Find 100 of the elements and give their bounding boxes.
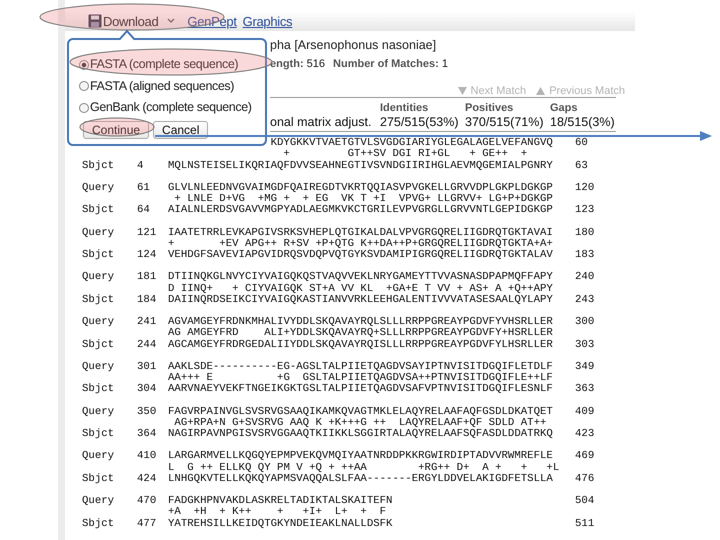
position-number: 120 <box>575 182 596 194</box>
position-number: 410 <box>137 451 158 462</box>
position-number: 123 <box>575 205 596 216</box>
position-number: 363 <box>575 384 596 396</box>
subject-sequence: VEHDGFSAVEVIAPGVIDRQSVDQPVQTGYKSVDAMIPIGRGQRELIIGDRQTGKTALAV <box>168 250 554 262</box>
query-sequence: KDYGKKVTVAETGTVLSVGDGIARIYGLEGALAGELVEFANGVQ <box>270 138 554 149</box>
subject-sequence: DAIINQRDSEIKCIYVAIGQKASTIANVVRKLEEHGALENTIVVVATASESAALQYLAPY <box>168 294 554 306</box>
matches-text: Number of Matches: 1 <box>333 57 448 72</box>
query-sequence: AGVAMGEYFRDNKMHALIVYDDLSKQAVAYRQLSLLLRRPPGREAYPGDVFYVHSRLLER <box>168 317 554 328</box>
length-text: ength: 516 <box>270 57 326 72</box>
position-number: 64 <box>137 205 151 216</box>
row-label: Sbjct <box>82 294 116 306</box>
subject-sequence: NAGIRPAVNPGISVSRVGGAAQTKIIKKLSGGIRTALAQYRELAAFSQFASDLDDATRKQ <box>168 429 554 440</box>
match-line: L G ++ ELLKQ QY PM V +Q + ++AA +RG++ D+ A + + +L <box>168 462 560 474</box>
row-label: Sbjct <box>82 474 116 485</box>
column-header: Positives <box>465 101 514 115</box>
row-label: Query <box>82 182 116 194</box>
position-number: 244 <box>137 340 158 351</box>
row-label: Sbjct <box>82 518 116 530</box>
position-number: 181 <box>137 272 158 284</box>
query-sequence: FAGVRPAINVGLSVSRVGSAAQIKAMKQVAGTMKLELAQYRELAAFAQFGSDLDKATQET <box>168 406 554 418</box>
row-label: Query <box>82 496 116 508</box>
position-number: 470 <box>137 496 158 508</box>
query-sequence: AAKLSDE----------EG-AGSLTALPIIETQAGDVSAYIPTNVISITDGQIFLETDLF <box>168 362 554 373</box>
continue-button[interactable]: Continue <box>83 120 150 138</box>
position-number: 409 <box>575 406 596 418</box>
position-number: 304 <box>137 384 158 396</box>
position-number: 424 <box>137 474 158 485</box>
position-number: 350 <box>137 406 158 418</box>
download-menu-button[interactable]: Download <box>88 14 182 28</box>
position-number: 4 <box>137 160 144 172</box>
row-label: Sbjct <box>82 250 116 262</box>
position-number: 504 <box>575 496 596 508</box>
match-line: D IINQ+ + CIYVAIGQK ST+A VV KL +GA+E T VV + AS+ A +Q++APY <box>168 284 554 294</box>
row-label: Sbjct <box>82 340 116 351</box>
position-number: 364 <box>137 429 158 440</box>
position-number: 240 <box>575 272 596 284</box>
down-triangle-icon <box>458 87 467 95</box>
sequence-title: pha [Arsenophonus nasoniae] <box>270 37 438 54</box>
position-number: 243 <box>575 294 596 306</box>
position-number: 61 <box>137 182 151 194</box>
row-label: Query <box>82 451 116 462</box>
match-line: +A +H + K++ + +I+ L+ + F <box>168 507 388 518</box>
table-cell-text: onal matrix adjust. <box>270 115 372 129</box>
table-cell-text: 18/515(3%) <box>550 115 616 129</box>
row-label: Query <box>82 406 116 418</box>
row-label: Query <box>82 228 116 239</box>
query-sequence: FADGKHPNVAKDLASKRELTADIKTALSKAITEFN <box>168 496 394 507</box>
match-line: AG AMGEYFRD ALI+YDDLSKQAVAYRQ+SLLLRRPPGREAYPGDVFY+HSRLLER <box>168 328 554 340</box>
radio-option[interactable]: FASTA (complete sequence) <box>79 54 265 76</box>
subject-sequence: LNHGQKVTELLKQKQYAPMSVAQQALSLFAA-------ERGYLDDVELAKIGDFETSLLA <box>168 474 554 485</box>
nav-link[interactable]: Graphics <box>242 14 292 28</box>
position-number: 300 <box>575 317 596 328</box>
radio-button[interactable] <box>79 81 89 92</box>
position-number: 477 <box>137 518 158 530</box>
subject-sequence: AARVNAEYVEKFTNGEIKGKTGSLTALPIIETQAGDVSAFVPTNVISITDGQIFLESNLF <box>168 384 554 396</box>
position-number: 180 <box>575 228 596 239</box>
match-line: AG+RPA+N G+SVSRVG AAQ K +K+++G ++ LAQYRELAAF+QF SDLD AT++ <box>174 418 546 429</box>
radio-button[interactable] <box>79 60 89 70</box>
up-triangle-icon <box>536 87 546 95</box>
match-line: + +EV APG++ R+SV +P+QTG K++DA++P+GRGQRELIIGDRQTGKTA+A+ <box>168 238 554 250</box>
position-number: 60 <box>575 138 589 150</box>
subject-sequence: MQLNSTEISELIKQRIAQFDVVSEAHNEGTIVSVNDGIIRIHGLAEVMQGEMIALPGNRY <box>168 160 554 172</box>
position-number: 124 <box>137 250 158 262</box>
row-label: Query <box>82 272 116 284</box>
position-number: 469 <box>575 451 596 462</box>
subject-sequence: AGCAMGEYFRDRGEDALIIYDDLSKQAVAYRQISLLLRRPPGREAYPGDVFYLHSRLLER <box>168 340 554 351</box>
radio-option[interactable]: FASTA (aligned sequences) <box>79 76 265 97</box>
position-number: 183 <box>575 250 596 262</box>
column-header: Identities <box>380 101 430 115</box>
position-number: 63 <box>575 160 589 172</box>
row-label: Query <box>82 317 116 328</box>
radio-option[interactable]: GenBank (complete sequence) <box>79 97 265 118</box>
caret-icon <box>167 18 176 24</box>
position-number: 121 <box>137 228 158 239</box>
query-sequence: LARGARMVELLKQGQYEPMPVEKQVMQIYAATNRDDPKKRGWIRDIPTADVVRWMREFLE <box>168 451 554 462</box>
position-number: 301 <box>137 362 158 373</box>
position-number: 423 <box>575 429 596 440</box>
position-number: 184 <box>137 294 158 306</box>
query-sequence: GLVLNLEEDNVGVAIMGDFQAIREGDTVKRTQQIASVPVGKELLGRVVDPLGKPLDGKGP <box>168 182 554 194</box>
match-line: + GT++SV DGI RI+GL + GE++ + <box>282 149 528 160</box>
row-label: Query <box>82 362 116 373</box>
table-cell-text: 370/515(71%) <box>465 115 545 129</box>
row-label: Sbjct <box>82 429 116 440</box>
row-label: Sbjct <box>82 160 116 172</box>
position-number: 476 <box>575 474 596 485</box>
subject-sequence: YATREHSILLKEIDQTGKYNDEIEAKLNALLDSFK <box>168 518 394 530</box>
query-sequence: DTIINQKGLNVYCIYVAIGQKQSTVAQVVEKLNRYGAMEYTTVVASNASDPAPMQFFAPY <box>168 272 554 284</box>
position-number: 511 <box>575 518 596 530</box>
column-header: Gaps <box>550 101 579 115</box>
row-label: Sbjct <box>82 384 116 396</box>
radio-button[interactable] <box>79 102 89 113</box>
position-number: 241 <box>137 317 158 328</box>
subject-sequence: AIALNLERDSVGAVVMGPYADLAEGMKVKCTGRILEVPVGRGLLGRVVNTLGEPIDGKGP <box>168 205 554 216</box>
position-number: 303 <box>575 340 596 351</box>
match-line: AA+++ E +G GSLTALPIIETQAGDVSA++PTNVISITDGQIFLE++LF <box>168 373 554 384</box>
table-cell-text: 275/515(53%) <box>380 115 460 129</box>
match-line: + LNLE D+VG +MG + + EG VK T +I VPVG+ LLGRVV+ LG+P+DGKGP <box>174 194 554 205</box>
query-sequence: IAATETRRLEVKAPGIVSRKSVHEPLQTGIKALDALVPVGRGQRELIIGDRQTGKTAVAI <box>168 228 554 238</box>
position-number: 349 <box>575 362 596 373</box>
